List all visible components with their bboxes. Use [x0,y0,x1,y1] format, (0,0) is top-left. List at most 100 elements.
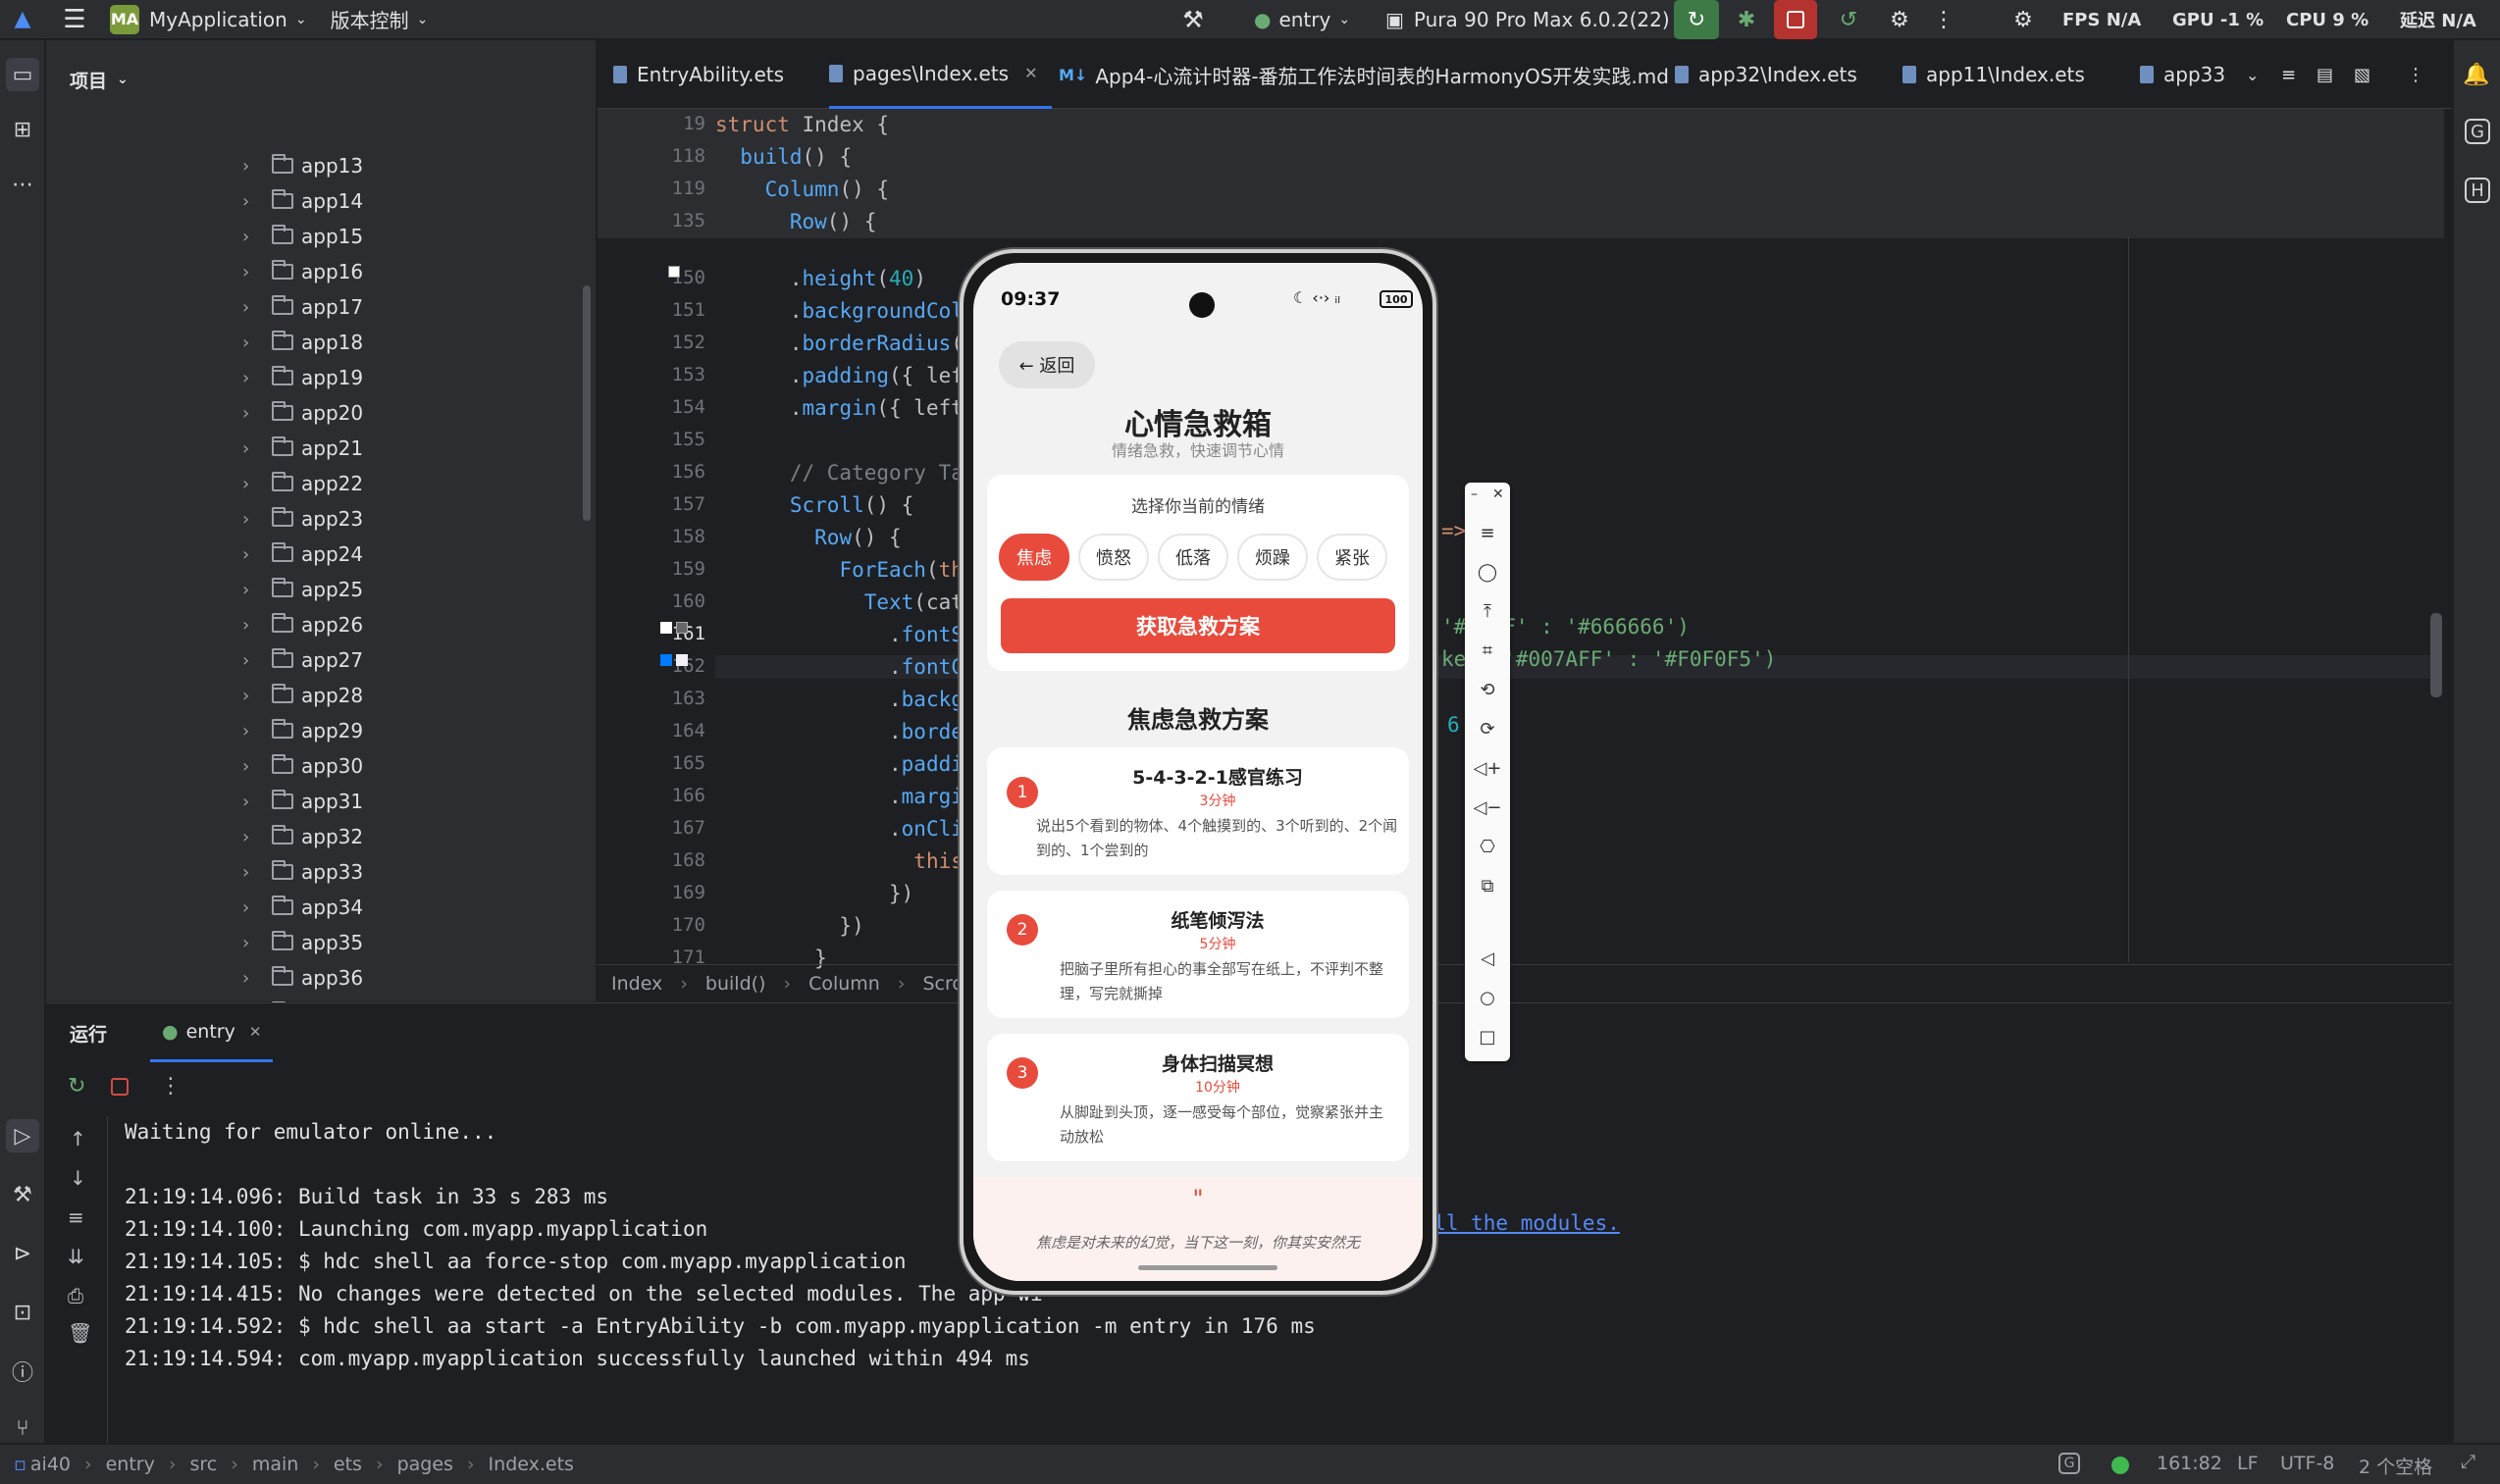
back-nav-icon[interactable]: ◁ [1475,946,1500,971]
debug-bug-icon[interactable]: ✱ [1727,0,1766,39]
tree-item-app14[interactable]: › app14 [46,183,363,219]
more-vertical-icon[interactable]: ⋮ [2407,40,2424,109]
tree-item-app20[interactable]: › app20 [46,395,363,431]
build-icon[interactable]: ⚒ [6,1178,39,1211]
chevron-right-icon[interactable]: › [242,403,256,424]
tree-item-app16[interactable]: › app16 [46,254,363,289]
volume-up-icon[interactable]: ◁+ [1474,755,1502,781]
power-icon[interactable]: ◯ [1475,559,1500,585]
scroll-down-icon[interactable]: ↓ [70,1166,86,1190]
more-horizontal-icon[interactable]: ⋯ [6,168,39,201]
chevron-right-icon[interactable]: › [242,897,256,918]
chevron-right-icon[interactable]: › [242,191,256,212]
tree-item-app30[interactable]: › app30 [46,748,363,784]
services-icon[interactable]: ⊳ [6,1237,39,1270]
print-icon[interactable]: ⎙ [68,1284,83,1307]
tree-item-app32[interactable]: › app32 [46,819,363,854]
tree-item-app24[interactable]: › app24 [46,537,363,572]
stop-icon[interactable] [111,1078,129,1096]
project-panel-header[interactable]: 项目 ⌄ [46,40,596,119]
close-icon[interactable]: ✕ [1024,64,1037,82]
chevron-right-icon[interactable]: › [242,580,256,600]
back-button[interactable]: ← 返回 [999,341,1095,388]
color-swatch-pair[interactable] [676,622,688,634]
status-path-item[interactable]: ets [334,1454,362,1475]
git-branch-icon[interactable]: ⑂ [6,1411,39,1445]
assistant-g-icon[interactable]: G [2465,119,2490,144]
readonly-lock-icon[interactable]: ⤢ [2461,1451,2475,1472]
tree-item-app33[interactable]: › app33 [46,854,363,890]
tree-item-app26[interactable]: › app26 [46,607,363,642]
module-selector[interactable]: ● entry ⌄ [1254,0,1350,39]
profiler-icon[interactable]: ⚙ [1880,0,1919,39]
project-folder-icon[interactable]: ▭ [6,58,39,91]
rerun-button[interactable]: ↻ [1674,0,1719,39]
run-panel-icon[interactable]: ▷ [6,1119,39,1152]
color-swatch-pair[interactable] [660,654,672,666]
file-encoding[interactable]: UTF-8 [2280,1453,2334,1474]
plan-step-card[interactable]: 1 5-4-3-2-1感官练习 3分钟 说出5个看到的物体、4个触摸到的、3个听… [987,747,1409,875]
color-swatch-white[interactable] [668,266,680,278]
close-icon[interactable]: ✕ [1492,486,1504,502]
emotion-chip-irritable[interactable]: 烦躁 [1237,534,1308,581]
tab-run-entry[interactable]: ● entry ✕ [150,1003,274,1062]
get-plan-button[interactable]: 获取急救方案 [1001,598,1395,653]
chevron-right-icon[interactable]: › [242,721,256,742]
problems-icon[interactable]: ⓘ [6,1355,39,1388]
chevron-right-icon[interactable]: › [242,227,256,247]
chevron-right-icon[interactable]: › [242,756,256,777]
main-menu-icon[interactable]: ☰ [45,0,104,39]
apply-changes-icon[interactable]: ↺ [1829,0,1868,39]
chevron-right-icon[interactable]: › [242,333,256,353]
tree-item-app21[interactable]: › app21 [46,431,363,466]
menu-icon[interactable]: ≡ [1475,520,1500,545]
tree-item-app28[interactable]: › app28 [46,678,363,713]
status-path-item[interactable]: entry [106,1454,155,1475]
device-selector[interactable]: ▣ Pura 90 Pro Max 6.0.2(22) ⌄ [1385,0,1689,39]
tree-item-app17[interactable]: › app17 [46,289,363,325]
project-scrollbar[interactable] [583,285,591,521]
color-swatch-pair[interactable] [676,654,688,666]
home-indicator[interactable] [1138,1265,1277,1270]
pin-top-icon[interactable]: ⤒ [1475,598,1500,624]
tree-item-app15[interactable]: › app15 [46,219,363,254]
tabs-list-icon[interactable]: ≡ [2281,40,2296,109]
tree-item-app22[interactable]: › app22 [46,466,363,501]
chevron-right-icon[interactable]: › [242,615,256,636]
emotion-chip-nervous[interactable]: 紧张 [1317,534,1387,581]
breadcrumb-item[interactable]: Index [611,973,662,995]
structure-icon[interactable]: ⊞ [6,113,39,146]
breadcrumb-item[interactable]: build() [705,973,766,995]
rotate-alt-icon[interactable]: ⟳ [1475,716,1500,742]
tab-app4-md[interactable]: M↓ App4-心流计时器-番茄工作法时间表的HarmonyOS开发实践.md [1059,40,1669,109]
minimize-icon[interactable]: – [1471,486,1478,502]
emotion-chip-anxious[interactable]: 焦虑 [999,534,1069,581]
tab-entryability[interactable]: EntryAbility.ets [613,40,784,109]
soft-wrap-icon[interactable]: ≡ [68,1205,84,1229]
split-view-icon[interactable]: ▤ [2317,40,2333,109]
build-hammer-icon[interactable]: ⚒ [1173,0,1213,39]
chevron-right-icon[interactable]: › [242,544,256,565]
tree-item-app34[interactable]: › app34 [46,890,363,925]
volume-down-icon[interactable]: ◁− [1474,794,1502,820]
project-switcher[interactable]: MA MyApplication ⌄ [110,0,307,39]
emotion-chip-angry[interactable]: 愤怒 [1078,534,1149,581]
tree-item-app36[interactable]: › app36 [46,960,363,996]
tab-app33[interactable]: app33 [2140,40,2225,109]
scroll-up-icon[interactable]: ↑ [70,1127,86,1151]
chevron-right-icon[interactable]: › [242,262,256,282]
rerun-icon[interactable]: ↻ [68,1074,85,1099]
chevron-right-icon[interactable]: › [242,933,256,953]
multi-screen-icon[interactable]: ⧉ [1475,873,1500,898]
breadcrumb-item[interactable]: Column [808,973,880,995]
assistant-g-icon[interactable]: G [2058,1453,2080,1474]
tree-item-app18[interactable]: › app18 [46,325,363,360]
notifications-bell-icon[interactable]: 🔔 [2460,58,2493,91]
chevron-right-icon[interactable]: › [242,827,256,847]
chevron-right-icon[interactable]: › [242,156,256,177]
tabs-overflow-chevron-icon[interactable]: ⌄ [2246,40,2259,109]
tree-item-app23[interactable]: › app23 [46,501,363,537]
status-path-item[interactable]: src [189,1454,217,1475]
tree-item-app25[interactable]: › app25 [46,572,363,607]
status-path-item[interactable]: pages [397,1454,453,1475]
